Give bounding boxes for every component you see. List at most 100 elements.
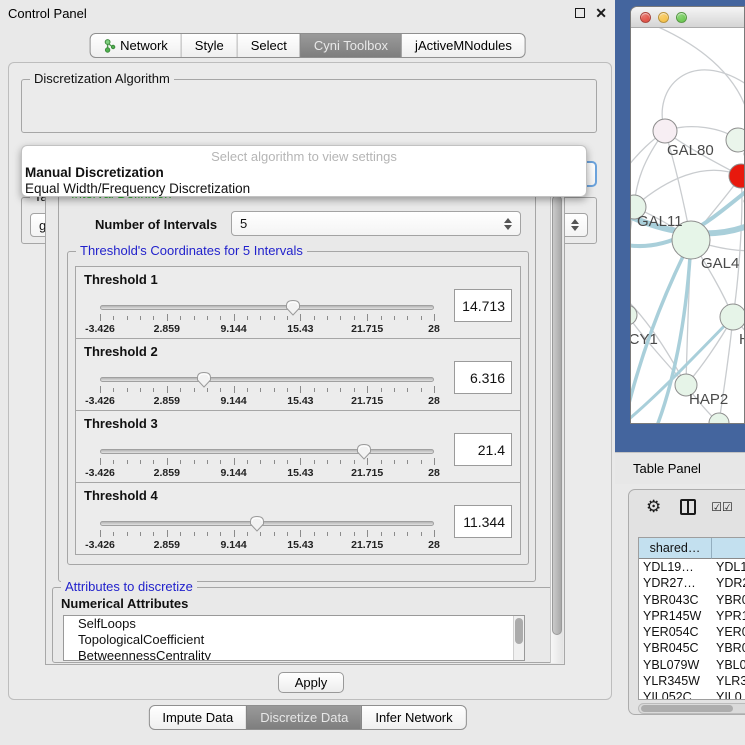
scale-tick-label: 21.715	[351, 539, 383, 551]
threshold-value-field[interactable]: 21.4	[454, 433, 512, 466]
control-panel-content: Discretization Algorithm Select algorith…	[8, 62, 612, 700]
slider-track[interactable]	[100, 305, 434, 310]
attributes-group: Attributes to discretize Numerical Attri…	[52, 587, 558, 663]
table-cell: YBR0	[712, 592, 745, 608]
network-edge[interactable]	[634, 170, 741, 207]
panel-title: Control Panel	[8, 6, 87, 21]
attribute-list-item[interactable]: BetweennessCentrality	[64, 648, 524, 661]
combo-stepper-icon	[504, 218, 512, 230]
table-cell: YLR345W	[639, 673, 712, 689]
node-label: H	[739, 331, 744, 348]
table-cell: YIL0	[712, 689, 745, 700]
table-row[interactable]: YDL19…YDL1	[639, 559, 745, 575]
columns-icon[interactable]	[680, 499, 696, 515]
table-cell: YBL0	[712, 657, 745, 673]
attribute-list-item[interactable]: TopologicalCoefficient	[64, 632, 524, 648]
threshold-slider[interactable]: -3.4262.8599.14415.4321.71528	[100, 441, 434, 481]
table-cell: YBR045C	[639, 640, 712, 656]
table-row[interactable]: YDR27…YDR2	[639, 575, 745, 591]
network-edge[interactable]	[662, 70, 744, 131]
network-node[interactable]	[720, 304, 744, 330]
tab-network[interactable]: Network	[90, 34, 181, 57]
tab-style[interactable]: Style	[181, 34, 237, 57]
minimize-window-icon[interactable]	[658, 12, 669, 23]
node-label: GAL80	[667, 142, 714, 159]
slider-track[interactable]	[100, 521, 434, 526]
table-cell: YBL079W	[639, 657, 712, 673]
network-node[interactable]	[726, 128, 744, 152]
tab-infer-network[interactable]: Infer Network	[361, 706, 465, 729]
table-row[interactable]: YLR345WYLR3	[639, 673, 745, 689]
scale-tick-label: 2.859	[154, 395, 180, 407]
network-edge[interactable]	[631, 207, 634, 315]
threshold-value-field[interactable]: 11.344	[454, 505, 512, 538]
tab-impute-data[interactable]: Impute Data	[149, 706, 246, 729]
select-columns-icon[interactable]: ☑☑	[711, 500, 733, 514]
cytoscape-tab-bar: NetworkStyle Select Cyni ToolboxjActiveMNo…	[89, 33, 526, 58]
slider-track[interactable]	[100, 377, 434, 382]
scale-tick-label: 15.43	[287, 323, 313, 335]
scale-tick-label: 28	[428, 467, 440, 479]
table-row[interactable]: YBR045CYBR0	[639, 640, 745, 656]
table-row[interactable]: YER054CYER0	[639, 624, 745, 640]
slider-ticks	[100, 458, 434, 466]
threshold-slider[interactable]: -3.4262.8599.14415.4321.71528	[100, 369, 434, 409]
table-row[interactable]: YPR145WYPR1	[639, 608, 745, 624]
network-window: GAL80GACGAL11GAL4GCY1HHAP2	[630, 6, 745, 424]
tab-label: Select	[251, 38, 287, 53]
combo-stepper-icon	[571, 219, 579, 231]
table-cell: YDL1	[712, 559, 745, 575]
table-cell: YER0	[712, 624, 745, 640]
tab-select[interactable]: Select	[237, 34, 300, 57]
network-node[interactable]	[709, 413, 729, 423]
table-column-header[interactable]: shared…	[639, 538, 712, 559]
gear-icon[interactable]: ⚙	[646, 497, 661, 517]
table-row[interactable]: YIL052CYIL0	[639, 689, 745, 700]
network-node[interactable]	[653, 119, 677, 143]
table-row[interactable]: YBR043CYBR0	[639, 592, 745, 608]
right-area: GAL80GACGAL11GAL4GCY1HHAP2 Table Panel ⚙…	[615, 0, 745, 745]
network-canvas[interactable]: GAL80GACGAL11GAL4GCY1HHAP2	[631, 28, 744, 423]
dropdown-placeholder: Select algorithm to view settings	[22, 149, 586, 165]
slider-track[interactable]	[100, 449, 434, 454]
table-horizontal-scrollbar[interactable]	[638, 703, 745, 714]
settings-vertical-scrollbar[interactable]	[550, 189, 563, 663]
scale-tick-label: 28	[428, 323, 440, 335]
table-cell: YPR145W	[639, 608, 712, 624]
close-panel-icon[interactable]: ✕	[595, 8, 607, 18]
apply-button[interactable]: Apply	[278, 672, 345, 693]
table-panel: ⚙ ☑☑ shared…naYDL19…YDL1YDR27…YDR2YBR043…	[628, 489, 745, 715]
scale-tick-label: 28	[428, 395, 440, 407]
zoom-window-icon[interactable]	[676, 12, 687, 23]
tab-label: Infer Network	[375, 710, 452, 725]
number-of-intervals-combo[interactable]: 5	[231, 211, 521, 236]
node-label: HAP2	[689, 391, 728, 408]
attribute-list-item[interactable]: SelfLoops	[64, 616, 524, 632]
table-row[interactable]: YBL079WYBL0	[639, 657, 745, 673]
discretization-algorithm-group: Discretization Algorithm	[21, 79, 597, 133]
node-label: C	[743, 193, 744, 210]
threshold-slider[interactable]: -3.4262.8599.14415.4321.71528	[100, 513, 434, 553]
network-node[interactable]	[631, 305, 637, 325]
dropdown-option-equal-width[interactable]: Equal Width/Frequency Discretization	[22, 181, 586, 197]
tab-label: Discretize Data	[260, 710, 348, 725]
tab-cyni-toolbox[interactable]: Cyni Toolbox	[300, 34, 401, 57]
close-window-icon[interactable]	[640, 12, 651, 23]
dropdown-option-manual-discretization[interactable]: Manual Discretization	[22, 165, 586, 181]
network-node[interactable]	[729, 164, 744, 188]
node-table: shared…naYDL19…YDL1YDR27…YDR2YBR043CYBR0…	[638, 537, 745, 700]
scale-tick-label: 21.715	[351, 395, 383, 407]
table-column-header[interactable]: na	[712, 538, 745, 559]
threshold-value-field[interactable]: 14.713	[454, 289, 512, 322]
table-cell: YER054C	[639, 624, 712, 640]
network-edge[interactable]	[636, 28, 744, 108]
float-panel-icon[interactable]	[575, 8, 585, 18]
threshold-slider[interactable]: -3.4262.8599.14415.4321.71528	[100, 297, 434, 337]
threshold-row-1: Threshold 1-3.4262.8599.14415.4321.71528…	[75, 266, 521, 339]
tab-jactivemnodules[interactable]: jActiveMNodules	[401, 34, 525, 57]
slider-ticks	[100, 386, 434, 394]
threshold-value-field[interactable]: 6.316	[454, 361, 512, 394]
attribute-list-scrollbar[interactable]	[513, 616, 524, 660]
tab-discretize-data[interactable]: Discretize Data	[246, 706, 361, 729]
number-of-intervals-value: 5	[240, 216, 247, 231]
